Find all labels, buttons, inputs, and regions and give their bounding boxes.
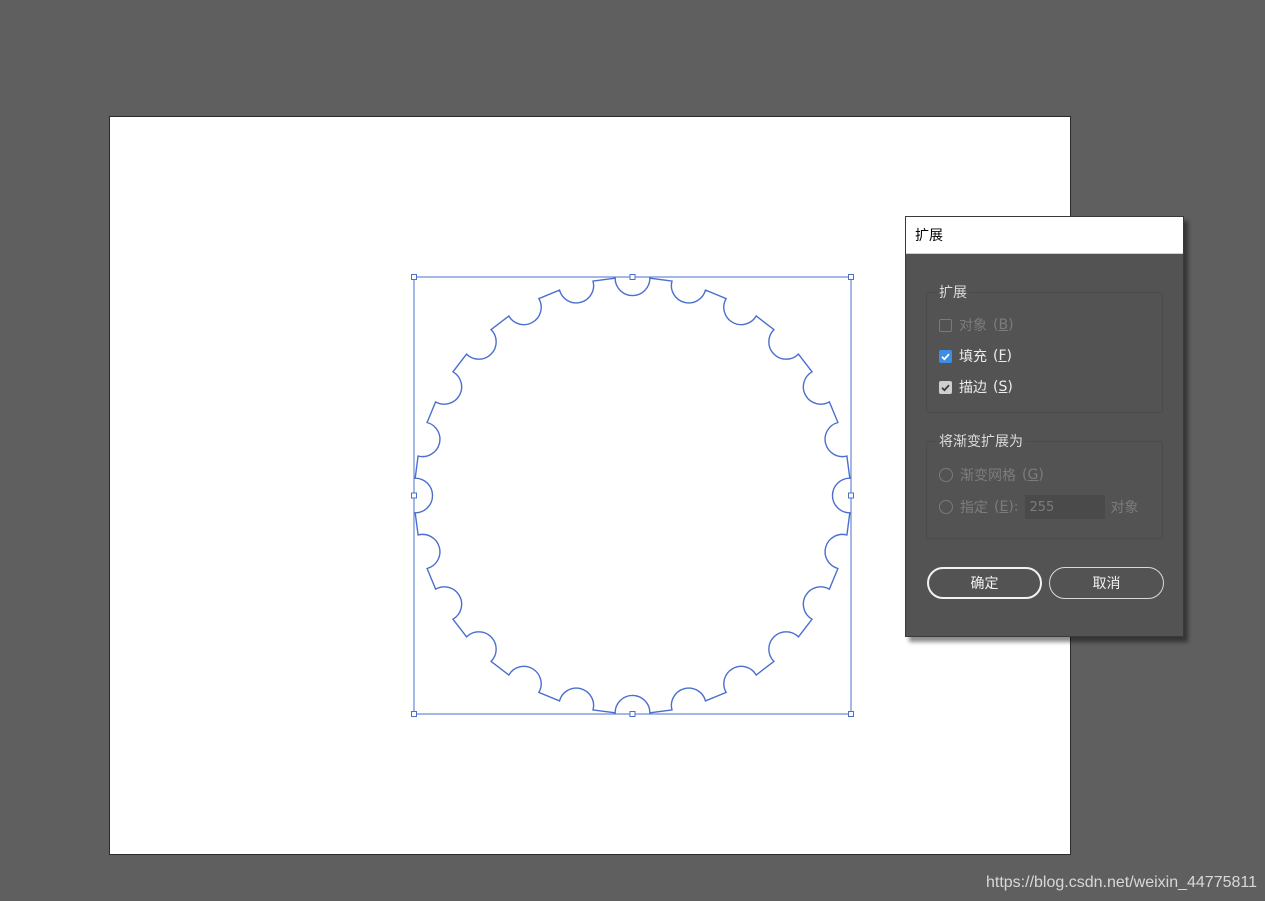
specify-radio-row[interactable]: 指定 (E): 对象 (939, 495, 1139, 519)
selection-handle[interactable] (411, 711, 417, 717)
selection-handle[interactable] (629, 274, 636, 280)
specify-unit: 对象 (1110, 500, 1139, 516)
gradient-mesh-radio[interactable] (939, 468, 953, 482)
object-hotkey: (B) (993, 317, 1014, 333)
fill-checkbox-row[interactable]: 填充 (F) (939, 346, 1012, 366)
gradient-group: 将渐变扩展为 渐变网格 (G) 指定 (E): 对象 (926, 431, 1163, 539)
checkmark-icon (941, 353, 950, 360)
checkmark-icon (941, 384, 950, 391)
stroke-checkbox[interactable] (939, 380, 952, 394)
selection-handle[interactable] (848, 492, 854, 499)
specify-hotkey: (E): (994, 499, 1019, 515)
selection-handle[interactable] (848, 274, 854, 280)
fill-checkbox-label: 填充 (959, 349, 987, 365)
dialog-title: 扩展 (915, 228, 943, 244)
gradient-mesh-label: 渐变网格 (960, 468, 1016, 484)
stroke-checkbox-row[interactable]: 描边 (S) (939, 377, 1013, 397)
cancel-button[interactable]: 取消 (1049, 567, 1164, 599)
watermark-url: https://blog.csdn.net/weixin_44775811 (985, 874, 1257, 891)
gradient-mesh-hotkey: (G) (1022, 467, 1044, 483)
expand-group: 扩展 对象 (B) 填充 (F) 描边 (S) (926, 282, 1163, 413)
selection-handle[interactable] (629, 711, 636, 717)
object-checkbox-label: 对象 (959, 318, 987, 334)
specify-radio[interactable] (939, 500, 953, 514)
stroke-checkbox-label: 描边 (959, 380, 987, 396)
expand-dialog: 扩展 扩展 对象 (B) 填充 (F) 描边 (S) 将渐变扩展为 渐变网格 (… (905, 216, 1184, 637)
selection-handle[interactable] (848, 711, 854, 717)
dialog-titlebar[interactable]: 扩展 (906, 217, 1183, 254)
stroke-hotkey: (S) (993, 379, 1013, 395)
selection-handle[interactable] (411, 492, 417, 499)
specify-label: 指定 (960, 500, 988, 516)
gradient-group-legend: 将渐变扩展为 (937, 431, 1025, 451)
expand-group-legend: 扩展 (937, 282, 969, 302)
specify-count-input[interactable] (1024, 495, 1105, 519)
selection-handle[interactable] (411, 274, 417, 280)
object-checkbox-row[interactable]: 对象 (B) (939, 315, 1014, 335)
fill-checkbox[interactable] (939, 349, 952, 363)
fill-hotkey: (F) (993, 348, 1012, 364)
object-checkbox[interactable] (939, 318, 952, 332)
ok-button[interactable]: 确定 (927, 567, 1042, 599)
gradient-mesh-radio-row[interactable]: 渐变网格 (G) (939, 465, 1044, 485)
